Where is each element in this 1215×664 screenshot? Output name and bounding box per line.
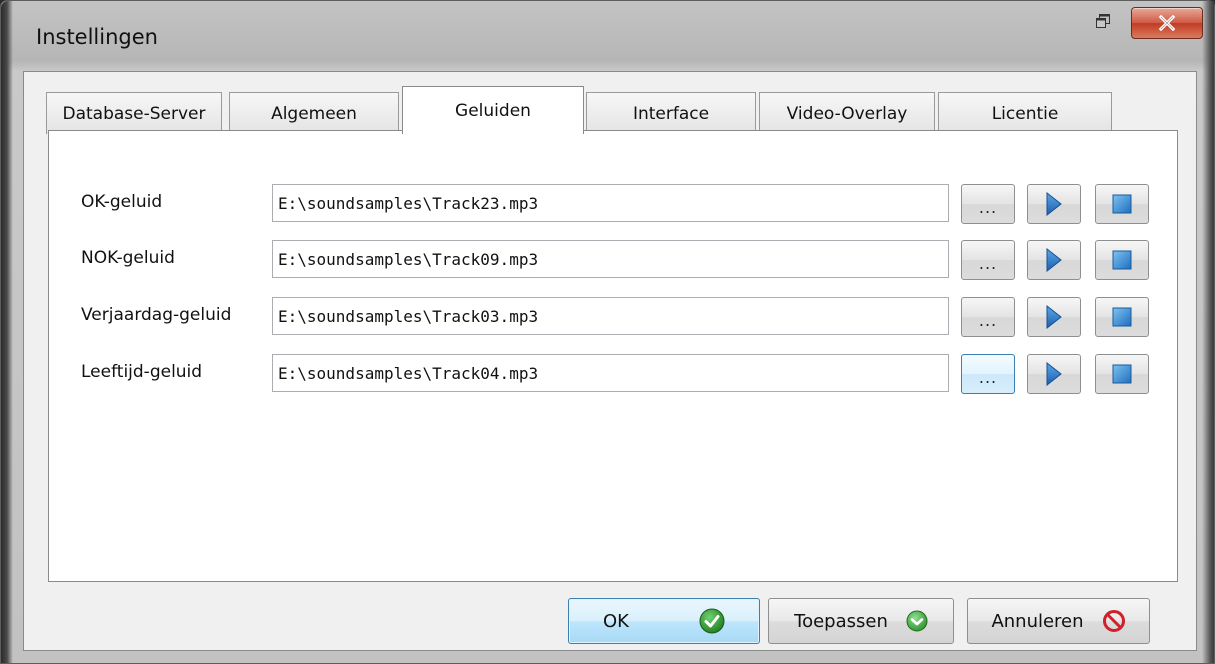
- verjaardag-sound-path-input[interactable]: [272, 297, 949, 335]
- restore-button[interactable]: [1090, 9, 1116, 33]
- tab-interface[interactable]: Interface: [586, 92, 756, 134]
- tab-geluiden[interactable]: Geluiden: [402, 86, 584, 134]
- restore-icon: [1096, 14, 1110, 28]
- nok-sound-label: NOK-geluid: [81, 248, 175, 268]
- stop-icon: [1112, 194, 1132, 214]
- nok-sound-play-button[interactable]: [1027, 240, 1081, 280]
- tab-database-server[interactable]: Database-Server: [46, 92, 222, 134]
- nok-sound-stop-button[interactable]: [1095, 240, 1149, 280]
- ok-sound-browse-button[interactable]: ...: [961, 184, 1015, 224]
- nok-sound-browse-button[interactable]: ...: [961, 240, 1015, 280]
- no-entry-icon: [1102, 610, 1125, 632]
- stop-icon: [1112, 364, 1132, 384]
- cancel-button[interactable]: Annuleren: [967, 598, 1150, 644]
- play-icon: [1046, 305, 1062, 329]
- leeftijd-sound-browse-button[interactable]: ...: [961, 354, 1015, 394]
- ok-sound-label: OK-geluid: [81, 192, 163, 212]
- settings-window: Instellingen Database-Server Algemeen Ge…: [0, 0, 1215, 664]
- leeftijd-sound-stop-button[interactable]: [1095, 354, 1149, 394]
- stop-icon: [1112, 250, 1132, 270]
- tab-algemeen[interactable]: Algemeen: [229, 92, 399, 134]
- play-icon: [1046, 362, 1062, 386]
- leeftijd-sound-play-button[interactable]: [1027, 354, 1081, 394]
- ok-button[interactable]: OK: [568, 598, 760, 644]
- tab-video-overlay[interactable]: Video-Overlay: [759, 92, 935, 134]
- cancel-button-label: Annuleren: [991, 610, 1084, 632]
- leeftijd-sound-label: Leeftijd-geluid: [81, 362, 203, 382]
- sound-row-nok: NOK-geluid ...: [49, 240, 1177, 280]
- apply-arrow-icon: [906, 610, 928, 632]
- ok-sound-path-input[interactable]: [272, 184, 949, 222]
- close-button[interactable]: [1131, 7, 1203, 39]
- sound-row-verjaardag: Verjaardag-geluid ...: [49, 297, 1177, 337]
- tab-licentie[interactable]: Licentie: [938, 92, 1112, 134]
- play-icon: [1046, 248, 1062, 272]
- ellipsis-icon: ...: [978, 310, 998, 330]
- ellipsis-icon: ...: [978, 197, 998, 217]
- ok-button-label: OK: [603, 610, 629, 632]
- checkmark-icon: [699, 608, 725, 634]
- leeftijd-sound-path-input[interactable]: [272, 354, 949, 392]
- verjaardag-sound-browse-button[interactable]: ...: [961, 297, 1015, 337]
- apply-button-label: Toepassen: [794, 610, 888, 632]
- stop-icon: [1112, 307, 1132, 327]
- sound-row-leeftijd: Leeftijd-geluid ...: [49, 354, 1177, 394]
- apply-button[interactable]: Toepassen: [768, 598, 954, 644]
- play-icon: [1046, 192, 1062, 216]
- close-icon: [1158, 15, 1176, 31]
- tab-bar: Database-Server Algemeen Geluiden Interf…: [46, 86, 1146, 134]
- window-title: Instellingen: [36, 25, 158, 49]
- ok-sound-play-button[interactable]: [1027, 184, 1081, 224]
- ok-sound-stop-button[interactable]: [1095, 184, 1149, 224]
- sound-row-ok: OK-geluid ...: [49, 184, 1177, 224]
- dialog-client-area: Database-Server Algemeen Geluiden Interf…: [23, 71, 1197, 651]
- ellipsis-icon: ...: [978, 253, 998, 273]
- ellipsis-icon: ...: [978, 367, 998, 387]
- nok-sound-path-input[interactable]: [272, 240, 949, 278]
- verjaardag-sound-play-button[interactable]: [1027, 297, 1081, 337]
- geluiden-panel: OK-geluid ... NOK-geluid ...: [48, 130, 1178, 582]
- title-bar[interactable]: Instellingen: [1, 1, 1214, 71]
- verjaardag-sound-stop-button[interactable]: [1095, 297, 1149, 337]
- verjaardag-sound-label: Verjaardag-geluid: [81, 305, 232, 325]
